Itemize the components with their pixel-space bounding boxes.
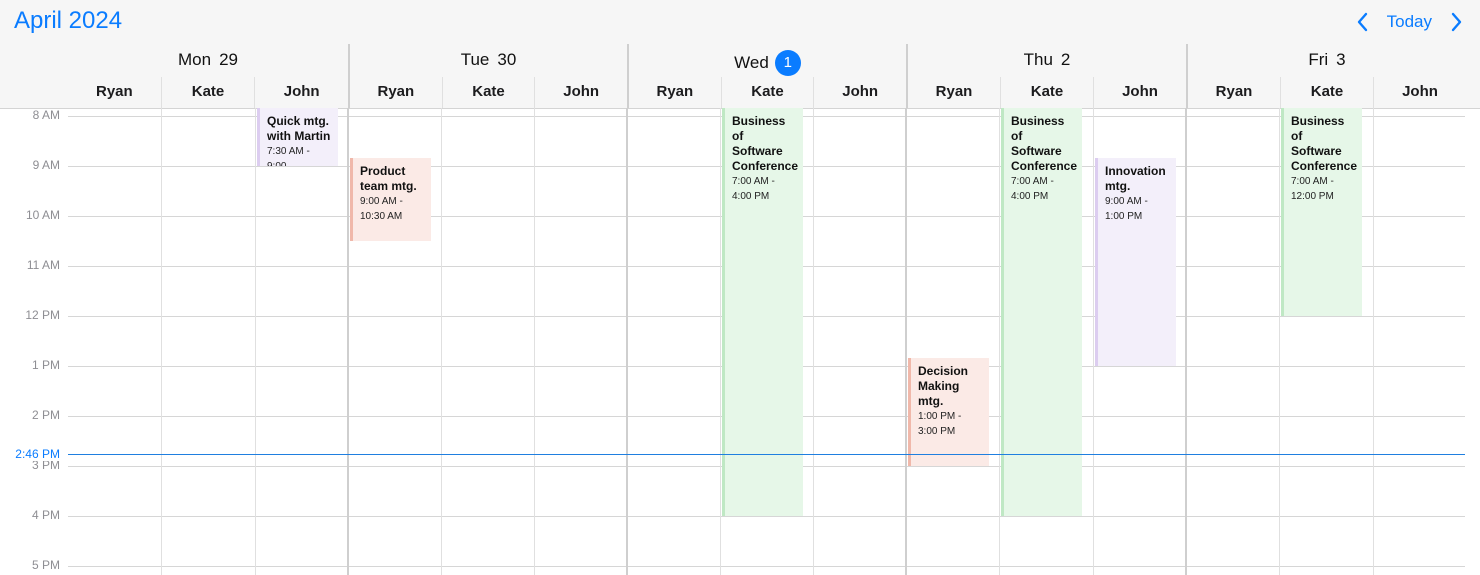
resource-divider: [1093, 108, 1094, 575]
day-label: Tue 30: [350, 50, 627, 70]
resource-divider: [255, 108, 256, 575]
resource-divider: [999, 108, 1000, 575]
event-card[interactable]: Decision Making mtg. 1:00 PM - 3:00 PM: [908, 358, 989, 466]
resource-row: Ryan Kate John: [1188, 77, 1466, 108]
resource-header-john[interactable]: John: [1094, 77, 1186, 108]
date-number: 29: [219, 50, 238, 69]
resource-header-ryan[interactable]: Ryan: [908, 77, 1001, 108]
weekday-label: Thu: [1023, 50, 1053, 69]
month-title: April 2024: [14, 7, 123, 34]
resource-header-kate[interactable]: Kate: [722, 77, 815, 108]
chevron-left-icon: [1357, 12, 1367, 32]
time-label: 8 AM: [32, 108, 60, 122]
day-label: Fri 3: [1188, 50, 1466, 70]
day-label: Mon 29: [68, 50, 348, 70]
resource-divider: [1373, 108, 1374, 575]
resource-header-kate[interactable]: Kate: [1001, 77, 1094, 108]
event-time: 7:30 AM - 9:00: [267, 146, 310, 166]
next-button[interactable]: [1446, 10, 1466, 34]
resource-divider: [813, 108, 814, 575]
event-card[interactable]: Business of Software Conference 7:00 AM -…: [1281, 108, 1362, 316]
date-navigation: Today: [1353, 10, 1466, 34]
resource-row: Ryan Kate John: [350, 77, 627, 108]
resource-divider: [1279, 108, 1280, 575]
time-label: 12 PM: [25, 308, 60, 322]
weekday-label: Fri: [1308, 50, 1329, 69]
event-card[interactable]: Quick mtg. with Martin 7:30 AM - 9:00: [257, 108, 338, 166]
day-header-fri: Fri 3 Ryan Kate John: [1186, 44, 1466, 108]
day-label: Wed 1: [629, 50, 906, 76]
weekday-label: Mon: [178, 50, 212, 69]
event-time: 9:00 AM - 10:30 AM: [360, 196, 403, 222]
resource-row: Ryan Kate John: [908, 77, 1186, 108]
time-label: 11 AM: [26, 258, 60, 272]
resource-divider: [720, 108, 721, 575]
today-date-badge: 1: [774, 50, 801, 76]
resource-row: Ryan Kate John: [629, 77, 906, 108]
resource-header-kate[interactable]: Kate: [443, 77, 536, 108]
event-title: Decision Making mtg.: [918, 364, 969, 408]
hour-gridline: [68, 566, 1465, 567]
current-time-label: 2:46 PM: [0, 447, 60, 461]
resource-row: Ryan Kate John: [68, 77, 348, 108]
date-number: 2: [1060, 50, 1071, 69]
time-label: 4 PM: [31, 508, 60, 522]
day-divider: [626, 108, 628, 575]
event-time: 7:00 AM - 12:00 PM: [1291, 176, 1334, 202]
event-card[interactable]: Innovation mtg. 9:00 AM - 1:00 PM: [1095, 158, 1176, 366]
day-label: Thu 2: [908, 50, 1186, 70]
resource-header-john[interactable]: John: [814, 77, 906, 108]
resource-header-ryan[interactable]: Ryan: [1188, 77, 1281, 108]
event-time: 7:00 AM - 4:00 PM: [1011, 176, 1054, 202]
time-label: 9 AM: [32, 158, 60, 172]
event-title: Innovation mtg.: [1105, 164, 1166, 193]
day-header-wed: Wed 1 Ryan Kate John: [627, 44, 906, 108]
time-label: 5 PM: [31, 558, 60, 572]
day-divider: [1185, 108, 1187, 575]
resource-header-john[interactable]: John: [1374, 77, 1466, 108]
time-label: 1 PM: [31, 358, 60, 372]
event-title: Business of Software Conference: [1011, 114, 1078, 173]
event-time: 1:00 PM - 3:00 PM: [918, 411, 962, 437]
resource-header-kate[interactable]: Kate: [1281, 77, 1374, 108]
event-title: Business of Software Conference: [1291, 114, 1358, 173]
today-button[interactable]: Today: [1383, 12, 1436, 32]
event-title: Quick mtg. with Martin: [267, 114, 331, 143]
resource-header-john[interactable]: John: [535, 77, 627, 108]
event-title: Product team mtg.: [360, 164, 417, 193]
weekday-label: Wed: [734, 53, 769, 72]
resource-header-john[interactable]: John: [255, 77, 348, 108]
calendar-header: April 2024 Today Mon 29 Ryan Kate John Tue 30 R…: [0, 0, 1480, 109]
event-time: 9:00 AM - 1:00 PM: [1105, 196, 1148, 222]
resource-divider: [161, 108, 162, 575]
previous-button[interactable]: [1353, 10, 1373, 34]
hour-gridline: [68, 516, 1465, 517]
event-card[interactable]: Product team mtg. 9:00 AM - 10:30 AM: [350, 158, 431, 241]
event-time: 7:00 AM - 4:00 PM: [732, 176, 775, 202]
event-title: Business of Software Conference: [732, 114, 799, 173]
resource-header-kate[interactable]: Kate: [162, 77, 256, 108]
time-label: 10 AM: [25, 208, 60, 222]
date-number: 30: [497, 50, 517, 69]
date-number: 3: [1336, 50, 1346, 69]
day-header-tue: Tue 30 Ryan Kate John: [348, 44, 627, 108]
resource-divider: [441, 108, 442, 575]
resource-divider: [534, 108, 535, 575]
day-divider: [347, 108, 349, 575]
time-label: 2 PM: [31, 408, 60, 422]
day-divider: [905, 108, 907, 575]
current-time-line: [68, 454, 1465, 455]
resource-header-ryan[interactable]: Ryan: [350, 77, 443, 108]
chevron-right-icon: [1451, 12, 1462, 32]
time-grid[interactable]: 8 AM 9 AM 10 AM 11 AM 12 PM 1 PM 2 PM 3 PM 4 PM 5…: [0, 108, 1480, 575]
weekday-label: Tue: [460, 50, 490, 69]
resource-header-ryan[interactable]: Ryan: [68, 77, 162, 108]
resource-header-ryan[interactable]: Ryan: [629, 77, 722, 108]
day-header-mon: Mon 29 Ryan Kate John: [68, 44, 348, 108]
day-header-thu: Thu 2 Ryan Kate John: [906, 44, 1186, 108]
